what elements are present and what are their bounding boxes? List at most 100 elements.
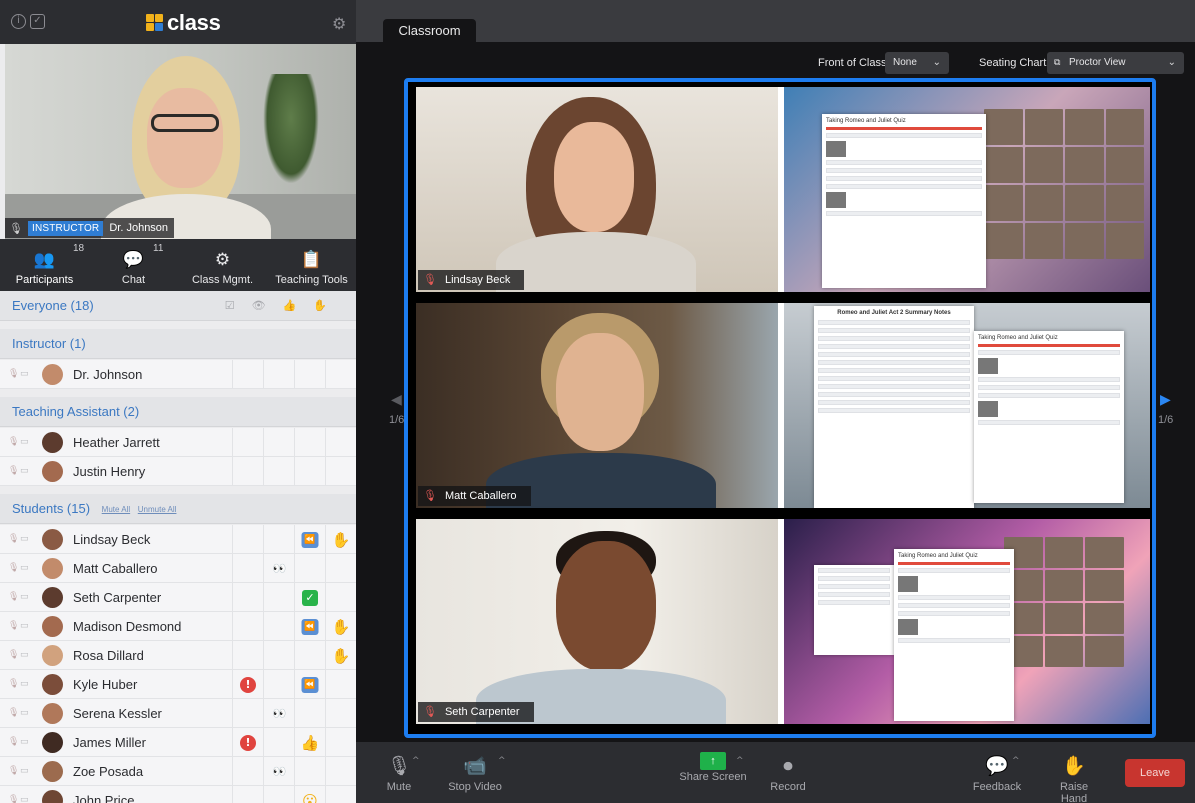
- instructor-name: Dr. Johnson: [109, 222, 169, 234]
- video-off-icon[interactable]: ▭: [20, 369, 29, 379]
- muted-microphone-icon[interactable]: 🎙: [8, 592, 19, 602]
- tab-label: Participants: [15, 274, 74, 286]
- student-screen: Taking Romeo and Juliet Quiz: [784, 87, 1150, 292]
- tab-participants[interactable]: 👥 18 Participants: [0, 239, 89, 291]
- muted-microphone-icon[interactable]: 🎙: [8, 737, 19, 747]
- front-of-class-dropdown[interactable]: None ⌄: [885, 52, 949, 74]
- video-off-icon[interactable]: ▭: [20, 650, 29, 660]
- avatar: [42, 558, 63, 579]
- meeting-toolbar: 🎙 Mute ^ 📹 Stop Video ^ ↑ Share Screen ^…: [356, 742, 1195, 803]
- video-off-icon[interactable]: ▭: [20, 534, 29, 544]
- video-off-icon[interactable]: ▭: [20, 795, 29, 803]
- instructor-section-header: Instructor (1): [0, 329, 356, 359]
- seating-chart-label: Seating Chart:: [979, 57, 1050, 69]
- everyone-action-icons[interactable]: ☑👁👍✋: [225, 291, 344, 321]
- next-page-arrow-icon[interactable]: ▶: [1160, 392, 1171, 408]
- muted-microphone-icon[interactable]: 🎙: [8, 466, 19, 476]
- video-off-icon[interactable]: ▭: [20, 679, 29, 689]
- record-button[interactable]: ⏺ Record: [768, 742, 808, 803]
- chevron-up-icon[interactable]: ^: [736, 756, 744, 766]
- participant-name: Matt Caballero: [73, 561, 158, 576]
- student-name: Seth Carpenter: [444, 706, 520, 718]
- participant-row[interactable]: 🎙 ▭ Dr. Johnson: [0, 360, 356, 389]
- raise-hand-button[interactable]: ✋ Raise Hand: [1046, 742, 1102, 803]
- video-off-icon[interactable]: ▭: [20, 563, 29, 573]
- participant-row[interactable]: 🎙 ▭ Justin Henry: [0, 457, 356, 486]
- status-columns: 👀: [232, 699, 356, 728]
- tab-classroom[interactable]: Classroom: [383, 19, 476, 42]
- proctor-tile[interactable]: 🎙 Lindsay Beck Taking Romeo and Juliet Q…: [416, 87, 1150, 292]
- video-off-icon[interactable]: ▭: [20, 592, 29, 602]
- stop-video-button[interactable]: 📹 Stop Video ^: [446, 742, 506, 803]
- student-video: 🎙 Matt Caballero: [416, 303, 778, 508]
- participant-row[interactable]: 🎙 ▭ Matt Caballero 👀: [0, 554, 356, 583]
- video-off-icon[interactable]: ▭: [20, 708, 29, 718]
- muted-microphone-icon: 🎙: [423, 489, 437, 502]
- status-columns: 👀: [232, 757, 356, 786]
- info-icon[interactable]: i: [11, 14, 26, 29]
- previous-page-arrow-icon[interactable]: ◀: [391, 392, 402, 408]
- video-off-icon[interactable]: ▭: [20, 466, 29, 476]
- mute-all-link[interactable]: Mute All: [102, 505, 130, 514]
- muted-microphone-icon: 🎙: [423, 273, 437, 286]
- student-name-tag: 🎙 Matt Caballero: [418, 486, 531, 506]
- proctor-tile[interactable]: 🎙 Matt Caballero Romeo and Juliet Act 2 …: [416, 303, 1150, 508]
- muted-microphone-icon[interactable]: 🎙: [8, 708, 19, 718]
- avatar: [42, 587, 63, 608]
- front-of-class-value: None: [893, 57, 917, 68]
- unmute-all-link[interactable]: Unmute All: [138, 505, 177, 514]
- chevron-up-icon[interactable]: ^: [1012, 756, 1020, 766]
- feedback-button[interactable]: 💬 Feedback ^: [970, 742, 1024, 803]
- participant-row[interactable]: 🎙 ▭ Madison Desmond ⏪ ✋: [0, 612, 356, 641]
- tab-chat[interactable]: 💬 11 Chat: [89, 239, 178, 291]
- avatar: [42, 616, 63, 637]
- muted-microphone-icon[interactable]: 🎙: [8, 437, 19, 447]
- tab-class-management[interactable]: ⚙ Class Mgmt.: [178, 239, 267, 291]
- student-name: Lindsay Beck: [444, 274, 511, 286]
- muted-microphone-icon[interactable]: 🎙: [8, 650, 19, 660]
- participant-row[interactable]: 🎙 ▭ Kyle Huber! ⏪: [0, 670, 356, 699]
- muted-microphone-icon[interactable]: 🎙: [8, 369, 19, 379]
- proctor-tile[interactable]: 🎙 Seth Carpenter Taking Romeo and Juliet…: [416, 519, 1150, 724]
- participant-row[interactable]: 🎙 ▭ Seth Carpenter ✓: [0, 583, 356, 612]
- tab-teaching-tools[interactable]: 📋 Teaching Tools: [267, 239, 356, 291]
- muted-microphone-icon[interactable]: 🎙: [8, 679, 19, 689]
- participant-name: Justin Henry: [73, 464, 146, 479]
- muted-microphone-icon[interactable]: 🎙: [8, 563, 19, 573]
- record-icon: ⏺: [783, 755, 793, 777]
- avatar: [42, 790, 63, 803]
- leave-button[interactable]: Leave: [1125, 759, 1185, 787]
- chat-icon: 💬: [122, 250, 145, 270]
- muted-microphone-icon[interactable]: 🎙: [8, 795, 19, 803]
- chevron-up-icon[interactable]: ^: [412, 756, 420, 766]
- microphone-icon: 🎙: [9, 221, 23, 235]
- participant-row[interactable]: 🎙 ▭ John Price 😮: [0, 786, 356, 803]
- settings-gear-icon[interactable]: ⚙: [332, 14, 346, 33]
- everyone-header[interactable]: Everyone (18) ☑👁👍✋: [0, 291, 356, 321]
- main-tabstrip: Classroom: [356, 0, 1195, 42]
- participant-row[interactable]: 🎙 ▭ Serena Kessler 👀: [0, 699, 356, 728]
- status-columns: ✓: [232, 583, 356, 612]
- student-name: Matt Caballero: [444, 490, 517, 502]
- shield-icon[interactable]: ✓: [30, 14, 45, 29]
- muted-microphone-icon[interactable]: 🎙: [8, 766, 19, 776]
- participant-row[interactable]: 🎙 ▭ Rosa Dillard ✋: [0, 641, 356, 670]
- share-screen-label: Share Screen: [679, 771, 747, 783]
- video-off-icon[interactable]: ▭: [20, 621, 29, 631]
- seating-chart-dropdown[interactable]: ⧉ Proctor View ⌄: [1047, 52, 1184, 74]
- chevron-up-icon[interactable]: ^: [498, 756, 506, 766]
- muted-microphone-icon[interactable]: 🎙: [8, 621, 19, 631]
- participant-row[interactable]: 🎙 ▭ Zoe Posada 👀: [0, 757, 356, 786]
- muted-microphone-icon[interactable]: 🎙: [8, 534, 19, 544]
- feedback-label: Feedback: [972, 781, 1022, 793]
- video-off-icon[interactable]: ▭: [20, 737, 29, 747]
- share-screen-button[interactable]: ↑ Share Screen ^: [678, 742, 748, 803]
- participant-row[interactable]: 🎙 ▭ Heather Jarrett: [0, 428, 356, 457]
- video-off-icon[interactable]: ▭: [20, 437, 29, 447]
- participant-row[interactable]: 🎙 ▭ Lindsay Beck ⏪ ✋: [0, 525, 356, 554]
- video-off-icon[interactable]: ▭: [20, 766, 29, 776]
- mute-button[interactable]: 🎙 Mute ^: [382, 742, 420, 803]
- participant-row[interactable]: 🎙 ▭ James Miller! 👍: [0, 728, 356, 757]
- microphone-icon: 🎙: [386, 755, 412, 777]
- avatar: [42, 674, 63, 695]
